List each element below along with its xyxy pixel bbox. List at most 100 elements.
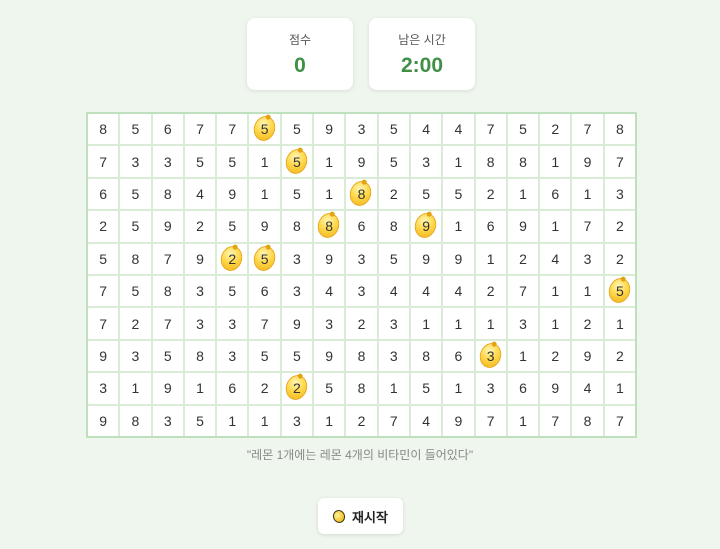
board-cell[interactable]: 7	[475, 114, 506, 145]
board-cell[interactable]: 9	[281, 308, 313, 339]
board-cell[interactable]: 3	[475, 340, 506, 372]
board-cell[interactable]: 5	[184, 405, 216, 436]
board-cell[interactable]: 6	[152, 114, 183, 145]
board-cell[interactable]: 1	[314, 178, 345, 210]
board-cell[interactable]: 2	[249, 373, 280, 404]
board-cell[interactable]: 7	[604, 405, 635, 436]
board-cell[interactable]: 2	[604, 340, 635, 372]
board-cell[interactable]: 6	[346, 211, 377, 242]
board-cell[interactable]: 2	[604, 211, 635, 242]
board-cell[interactable]: 7	[152, 308, 183, 339]
board-cell[interactable]: 5	[281, 146, 313, 177]
board-cell[interactable]: 4	[410, 405, 442, 436]
board-cell[interactable]: 5	[378, 243, 409, 274]
board-cell[interactable]: 1	[572, 275, 603, 307]
board-cell[interactable]: 5	[314, 373, 345, 404]
board-cell[interactable]: 1	[443, 211, 474, 242]
board-cell[interactable]: 1	[604, 373, 635, 404]
board-cell[interactable]: 7	[572, 114, 603, 145]
board-cell[interactable]: 8	[378, 211, 409, 242]
board-cell[interactable]: 7	[475, 405, 506, 436]
board-cell[interactable]: 8	[346, 340, 377, 372]
board-cell[interactable]: 4	[314, 275, 345, 307]
board-cell[interactable]: 5	[120, 114, 151, 145]
board-cell[interactable]: 8	[120, 243, 151, 274]
board-cell[interactable]: 1	[314, 146, 345, 177]
board-cell[interactable]: 2	[120, 308, 151, 339]
board-cell[interactable]: 9	[314, 114, 345, 145]
board-cell[interactable]: 6	[249, 275, 280, 307]
board-cell[interactable]: 7	[184, 114, 216, 145]
board-cell[interactable]: 8	[152, 178, 183, 210]
board-cell[interactable]: 3	[346, 243, 377, 274]
board-cell[interactable]: 8	[572, 405, 603, 436]
board-cell[interactable]: 3	[507, 308, 539, 339]
board-cell[interactable]: 1	[249, 178, 280, 210]
board-cell[interactable]: 5	[443, 178, 474, 210]
board-cell[interactable]: 9	[410, 211, 442, 242]
board-cell[interactable]: 5	[217, 211, 248, 242]
board-cell[interactable]: 9	[152, 373, 183, 404]
board-cell[interactable]: 2	[507, 243, 539, 274]
board-cell[interactable]: 6	[475, 211, 506, 242]
board-cell[interactable]: 9	[540, 373, 571, 404]
board-cell[interactable]: 3	[217, 308, 248, 339]
board-cell[interactable]: 2	[346, 308, 377, 339]
board-cell[interactable]: 1	[443, 146, 474, 177]
board-cell[interactable]: 1	[507, 405, 539, 436]
board-cell[interactable]: 1	[475, 243, 506, 274]
board-cell[interactable]: 1	[249, 146, 280, 177]
board-cell[interactable]: 5	[249, 114, 280, 145]
board-cell[interactable]: 8	[346, 178, 377, 210]
board-cell[interactable]: 5	[281, 178, 313, 210]
board-cell[interactable]: 4	[443, 275, 474, 307]
board-cell[interactable]: 8	[120, 405, 151, 436]
board-cell[interactable]: 5	[120, 211, 151, 242]
board-cell[interactable]: 1	[507, 340, 539, 372]
board-cell[interactable]: 5	[410, 373, 442, 404]
board-cell[interactable]: 5	[120, 275, 151, 307]
board-cell[interactable]: 3	[88, 373, 119, 404]
board-cell[interactable]: 2	[604, 243, 635, 274]
board-cell[interactable]: 9	[249, 211, 280, 242]
board-cell[interactable]: 8	[88, 114, 119, 145]
board-cell[interactable]: 3	[410, 146, 442, 177]
board-cell[interactable]: 6	[507, 373, 539, 404]
board-cell[interactable]: 1	[540, 211, 571, 242]
board-cell[interactable]: 2	[378, 178, 409, 210]
board-cell[interactable]: 5	[249, 340, 280, 372]
board-cell[interactable]: 1	[184, 373, 216, 404]
board-cell[interactable]: 9	[88, 405, 119, 436]
board-cell[interactable]: 3	[475, 373, 506, 404]
board-cell[interactable]: 9	[184, 243, 216, 274]
board-cell[interactable]: 8	[281, 211, 313, 242]
board-cell[interactable]: 7	[378, 405, 409, 436]
board-cell[interactable]: 1	[217, 405, 248, 436]
game-board[interactable]: 8 5 6 7 7 5 5 9 3 5 4 4 7 5 2 7 8 7 3 3 5 5 1 5 1 9 5 3 1 8 8 1 9 7 6 5 8 4 9 1…	[86, 112, 637, 438]
board-cell[interactable]: 5	[152, 340, 183, 372]
board-cell[interactable]: 5	[88, 243, 119, 274]
board-cell[interactable]: 5	[410, 178, 442, 210]
board-cell[interactable]: 1	[378, 373, 409, 404]
board-cell[interactable]: 3	[604, 178, 635, 210]
board-cell[interactable]: 9	[217, 178, 248, 210]
board-cell[interactable]: 8	[475, 146, 506, 177]
board-cell[interactable]: 9	[314, 243, 345, 274]
board-cell[interactable]: 3	[152, 146, 183, 177]
board-cell[interactable]: 3	[572, 243, 603, 274]
board-cell[interactable]: 3	[314, 308, 345, 339]
board-cell[interactable]: 6	[540, 178, 571, 210]
board-cell[interactable]: 7	[249, 308, 280, 339]
board-cell[interactable]: 7	[217, 114, 248, 145]
board-cell[interactable]: 2	[540, 340, 571, 372]
board-cell[interactable]: 7	[540, 405, 571, 436]
board-cell[interactable]: 3	[346, 114, 377, 145]
board-cell[interactable]: 3	[120, 340, 151, 372]
board-cell[interactable]: 8	[346, 373, 377, 404]
board-cell[interactable]: 8	[184, 340, 216, 372]
board-cell[interactable]: 1	[443, 308, 474, 339]
board-cell[interactable]: 2	[475, 178, 506, 210]
board-cell[interactable]: 7	[604, 146, 635, 177]
board-cell[interactable]: 2	[572, 308, 603, 339]
board-cell[interactable]: 3	[184, 308, 216, 339]
